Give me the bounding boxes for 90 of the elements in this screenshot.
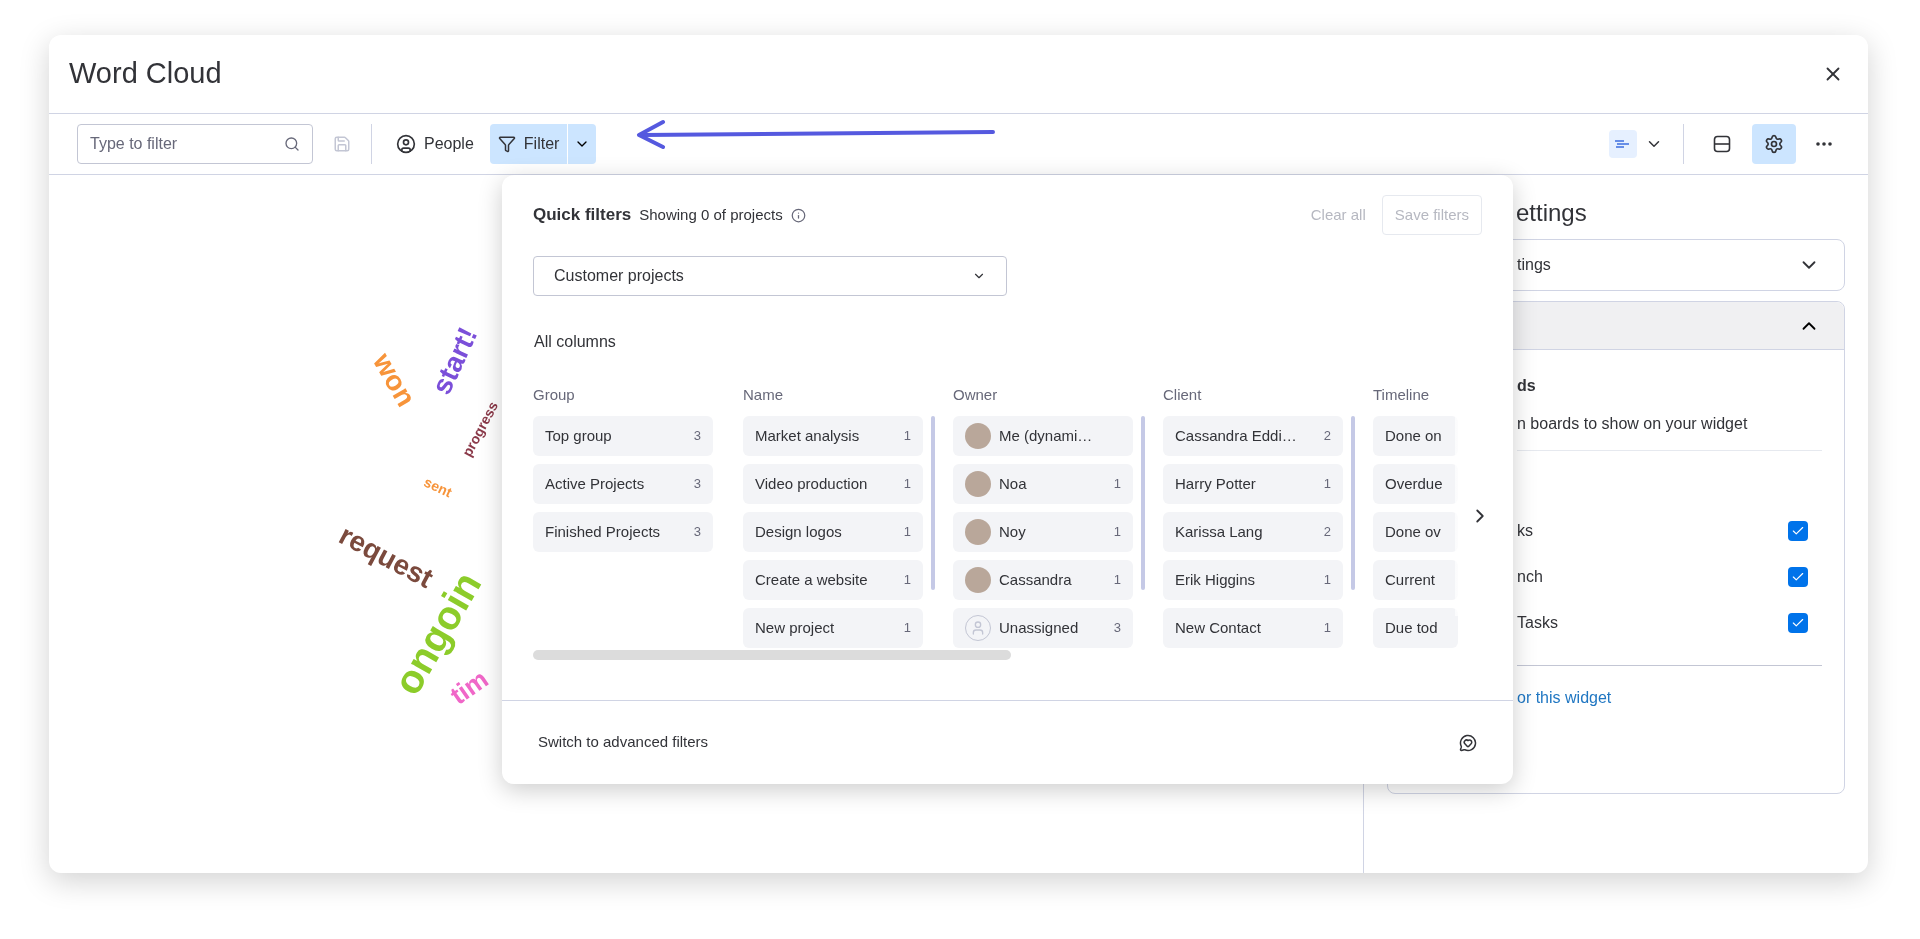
board-label: nch — [1517, 567, 1543, 587]
option-count: 3 — [693, 523, 701, 542]
option-count: 1 — [1323, 571, 1331, 590]
scrollbar[interactable] — [931, 416, 935, 590]
filter-option[interactable]: Market analysis 1 — [743, 416, 923, 456]
people-button[interactable]: People — [384, 124, 486, 164]
filter-option[interactable]: Me (dynami… — [953, 416, 1133, 456]
checkbox[interactable] — [1788, 567, 1808, 587]
option-count: 1 — [1113, 571, 1121, 590]
filter-option[interactable]: Erik Higgins 1 — [1163, 560, 1343, 600]
filter-option[interactable]: Design logos 1 — [743, 512, 923, 552]
filter-status: Showing 0 of projects — [639, 204, 783, 225]
filter-option[interactable]: Done ov — [1373, 512, 1458, 552]
filter-option[interactable]: Due tod — [1373, 608, 1458, 648]
wordcloud-thumbnail-icon[interactable] — [1609, 130, 1637, 158]
filter-option[interactable]: Karissa Lang 2 — [1163, 512, 1343, 552]
option-count: 1 — [903, 523, 911, 542]
save-icon — [333, 135, 351, 153]
option-count: 2 — [1323, 523, 1331, 542]
filter-option[interactable]: Create a website 1 — [743, 560, 923, 600]
filter-option[interactable]: Finished Projects 3 — [533, 512, 713, 552]
section-title: All columns — [534, 332, 616, 352]
filter-option[interactable]: Video production 1 — [743, 464, 923, 504]
layout-icon — [1712, 134, 1732, 154]
option-count: 2 — [1323, 427, 1331, 446]
option-count: 1 — [903, 619, 911, 638]
avatar — [965, 423, 991, 449]
avatar — [965, 519, 991, 545]
person-icon — [396, 134, 416, 154]
column-heading: Owner — [953, 385, 999, 404]
search-field[interactable]: Type to filter — [77, 124, 313, 164]
option-count: 1 — [903, 475, 911, 494]
board-label: ks — [1517, 521, 1533, 541]
avatar — [965, 567, 991, 593]
option-count: 1 — [1113, 523, 1121, 542]
more-icon — [1816, 142, 1832, 146]
checkbox[interactable] — [1788, 521, 1808, 541]
column-heading: Group — [533, 385, 576, 404]
option-count: 1 — [1113, 475, 1121, 494]
filter-option[interactable]: Current — [1373, 560, 1458, 600]
feedback-icon[interactable] — [1459, 733, 1477, 752]
column-heading: Client — [1163, 385, 1203, 404]
filter-option[interactable]: New project 1 — [743, 608, 923, 648]
search-icon — [284, 136, 300, 152]
section-heading: ds — [1517, 376, 1536, 396]
option-count: 1 — [1323, 619, 1331, 638]
filter-option[interactable]: Active Projects 3 — [533, 464, 713, 504]
option-count: 1 — [1323, 475, 1331, 494]
horizontal-scrollbar[interactable] — [533, 650, 1011, 660]
settings-icon — [1764, 134, 1784, 154]
funnel-icon — [497, 135, 516, 153]
option-count: 3 — [693, 475, 701, 494]
advanced-filters-link[interactable]: Switch to advanced filters — [538, 731, 709, 754]
column-heading: Name — [743, 385, 784, 404]
info-icon — [790, 207, 806, 223]
panel-title: ettings — [1516, 198, 1587, 228]
filter-option[interactable]: New Contact 1 — [1163, 608, 1343, 648]
option-count: 1 — [903, 571, 911, 590]
board-select[interactable]: Customer projects — [533, 256, 1007, 296]
scrollbar[interactable] — [1351, 416, 1355, 590]
widget-link[interactable]: or this widget — [1517, 686, 1612, 710]
filter-option[interactable]: Cassandra 1 — [953, 560, 1133, 600]
cloud-word: sent — [422, 474, 454, 500]
search-input[interactable]: Type to filter — [90, 132, 284, 156]
filter-option[interactable]: Noy 1 — [953, 512, 1133, 552]
check-icon — [1791, 524, 1805, 538]
settings-button[interactable] — [1752, 124, 1796, 164]
filter-option[interactable]: Noa 1 — [953, 464, 1133, 504]
filter-button[interactable]: Filter — [489, 124, 568, 164]
filter-option[interactable]: Top group 3 — [533, 416, 713, 456]
filter-option[interactable]: Done on — [1373, 416, 1458, 456]
avatar — [965, 471, 991, 497]
filter-option[interactable]: Overdue — [1373, 464, 1458, 504]
window-title: Word Cloud — [69, 56, 222, 92]
check-icon — [1791, 616, 1805, 630]
check-icon — [1791, 570, 1805, 584]
option-count: 3 — [1113, 619, 1121, 638]
board-label: Tasks — [1517, 613, 1558, 633]
checkbox[interactable] — [1788, 613, 1808, 633]
option-count: 1 — [903, 427, 911, 446]
filter-option[interactable]: Harry Potter 1 — [1163, 464, 1343, 504]
cloud-word: start! — [427, 323, 483, 399]
section-description: n boards to show on your widget — [1517, 414, 1748, 434]
filter-dropdown-button[interactable] — [568, 124, 597, 164]
column-heading: Timeline — [1373, 385, 1431, 404]
scrollbar[interactable] — [1141, 416, 1145, 590]
filter-option[interactable]: Cassandra Eddi… 2 — [1163, 416, 1343, 456]
option-count: 3 — [693, 427, 701, 446]
filter-option[interactable]: Unassigned 3 — [953, 608, 1133, 648]
popup-title: Quick filters — [533, 204, 632, 227]
